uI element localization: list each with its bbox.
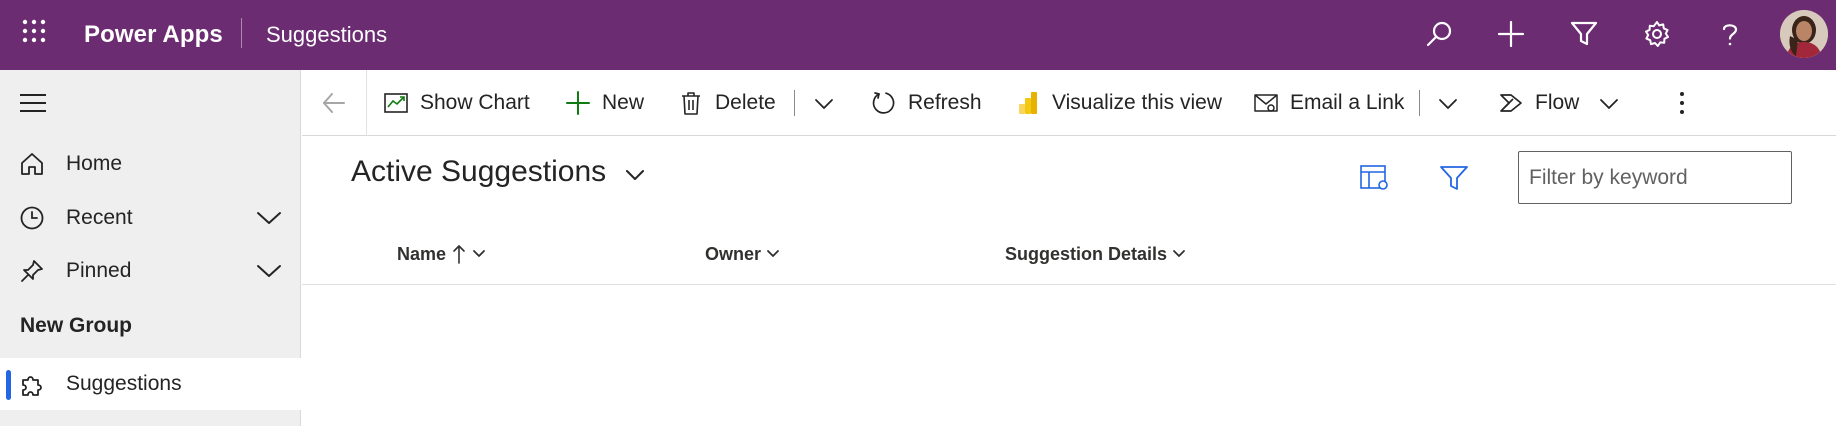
- trash-icon: [677, 89, 705, 117]
- filter-by-keyword-box: [1518, 151, 1792, 204]
- sidebar-item-suggestions[interactable]: Suggestions: [0, 358, 301, 410]
- app-header: Power Apps Suggestions: [0, 0, 1836, 70]
- sidebar-group-heading: New Group: [20, 314, 133, 337]
- filter-icon[interactable]: [1567, 17, 1601, 51]
- sidebar-item-pinned[interactable]: Pinned: [0, 245, 301, 297]
- view-title[interactable]: Active Suggestions: [351, 155, 606, 189]
- avatar[interactable]: [1780, 10, 1828, 58]
- email-link-icon: [1252, 89, 1280, 117]
- flow-button[interactable]: Flow: [1497, 70, 1579, 136]
- filter-by-keyword-input[interactable]: [1519, 152, 1791, 203]
- chevron-down-icon[interactable]: [1172, 248, 1186, 260]
- page-breadcrumb[interactable]: Suggestions: [266, 0, 387, 70]
- sidebar-item-label: Pinned: [66, 259, 132, 282]
- column-header-suggestion-details[interactable]: Suggestion Details: [1005, 240, 1186, 268]
- sidebar-item-label: Home: [66, 152, 123, 175]
- chevron-down-icon[interactable]: [255, 206, 283, 230]
- puzzle-icon: [19, 371, 45, 397]
- sidebar-item-home[interactable]: Home: [0, 138, 301, 190]
- column-header-name[interactable]: Name: [397, 240, 486, 268]
- app-name[interactable]: Power Apps: [84, 0, 223, 70]
- command-bar: Show Chart New Delete Refresh Visualize …: [302, 70, 1836, 136]
- chevron-down-icon[interactable]: [624, 167, 646, 183]
- sidebar: Home Recent Pinned New Group Suggestions: [0, 70, 301, 426]
- column-header-owner[interactable]: Owner: [705, 240, 780, 268]
- more-options-icon[interactable]: [1672, 90, 1692, 116]
- chevron-down-icon[interactable]: [1595, 90, 1623, 116]
- back-arrow-icon[interactable]: [320, 90, 348, 116]
- filter-icon[interactable]: [1437, 163, 1471, 193]
- waffle-icon[interactable]: [22, 19, 46, 43]
- add-icon: [564, 89, 592, 117]
- pin-icon: [19, 258, 45, 284]
- chevron-down-icon[interactable]: [255, 259, 283, 283]
- search-icon[interactable]: [1422, 17, 1456, 51]
- refresh-button[interactable]: Refresh: [870, 70, 982, 136]
- sidebar-item-label: Suggestions: [66, 372, 182, 395]
- hamburger-menu-icon[interactable]: [20, 92, 48, 114]
- clock-icon: [19, 205, 45, 231]
- new-button[interactable]: New: [564, 70, 644, 136]
- edit-columns-icon[interactable]: [1358, 163, 1392, 193]
- power-bi-icon: [1014, 89, 1042, 117]
- sidebar-item-recent[interactable]: Recent: [0, 192, 301, 244]
- chevron-down-icon[interactable]: [810, 90, 838, 116]
- chevron-down-icon[interactable]: [1434, 90, 1462, 116]
- grid-header-divider: [302, 284, 1836, 285]
- chevron-down-icon[interactable]: [472, 248, 486, 260]
- home-icon: [19, 151, 45, 177]
- divider: [1419, 90, 1420, 116]
- refresh-icon: [870, 89, 898, 117]
- divider: [366, 70, 367, 136]
- flow-icon: [1497, 89, 1525, 117]
- sort-ascending-icon: [451, 243, 467, 265]
- add-icon[interactable]: [1494, 17, 1528, 51]
- active-indicator: [6, 370, 11, 400]
- settings-icon[interactable]: [1640, 17, 1674, 51]
- help-icon[interactable]: [1713, 17, 1747, 51]
- header-divider: [241, 18, 242, 48]
- sidebar-item-label: Recent: [66, 206, 133, 229]
- delete-button[interactable]: Delete: [677, 70, 776, 136]
- chevron-down-icon[interactable]: [766, 248, 780, 260]
- chart-icon: [382, 89, 410, 117]
- email-link-button[interactable]: Email a Link: [1252, 70, 1404, 136]
- show-chart-button[interactable]: Show Chart: [382, 70, 530, 136]
- divider: [794, 90, 795, 116]
- visualize-view-button[interactable]: Visualize this view: [1014, 70, 1222, 136]
